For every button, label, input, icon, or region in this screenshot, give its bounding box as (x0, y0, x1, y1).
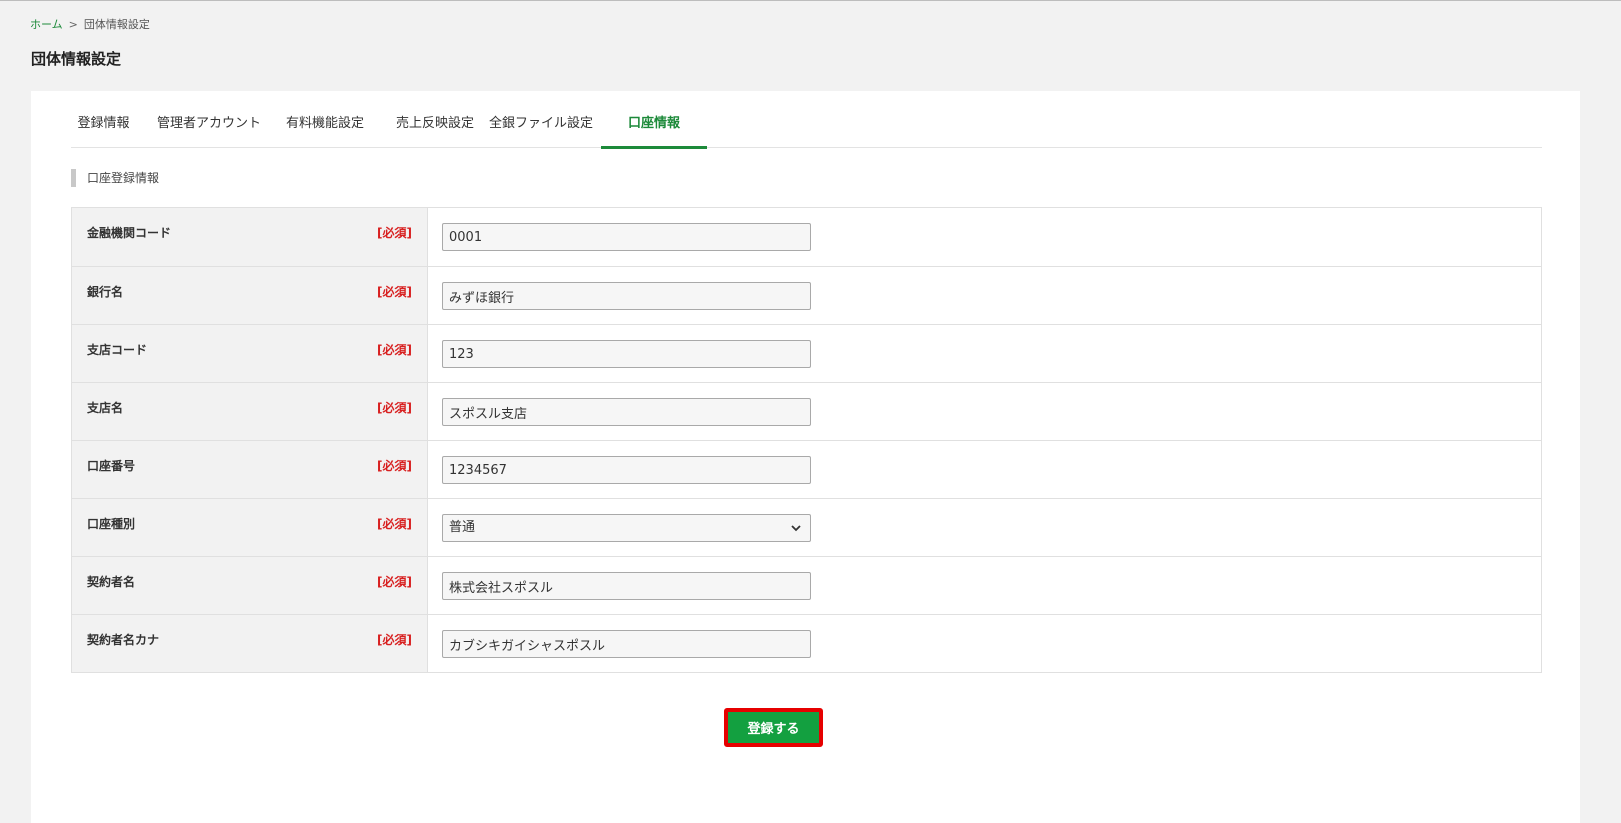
tab-zengin-file[interactable]: 全銀ファイル設定 (489, 91, 593, 148)
field-label: 支店名 (87, 401, 124, 415)
field-label: 契約者名 (87, 575, 136, 589)
tab-account-info[interactable]: 口座情報 (601, 91, 707, 149)
holder-name-kana-input[interactable] (442, 630, 811, 658)
field-label: 口座種別 (87, 517, 136, 531)
form-row-branch-code: 支店コード [必須] (72, 324, 1541, 382)
account-type-selected-value: 普通 (449, 520, 476, 535)
form-row-account-number: 口座番号 [必須] (72, 440, 1541, 498)
register-button-label: 登録する (728, 712, 819, 743)
form-row-holder-name-kana: 契約者名カナ [必須] (72, 614, 1541, 672)
page-title: 団体情報設定 (31, 50, 122, 68)
field-label: 銀行名 (87, 285, 124, 299)
breadcrumb: ホーム > 団体情報設定 (30, 16, 150, 32)
bank-name-input[interactable] (442, 282, 811, 310)
form-row-branch-name: 支店名 [必須] (72, 382, 1541, 440)
required-badge: [必須] (377, 517, 412, 531)
breadcrumb-home-link[interactable]: ホーム (30, 18, 63, 31)
branch-code-input[interactable] (442, 340, 811, 368)
account-form: 金融機関コード [必須] 銀行名 [必須] 支店コード [必須] (71, 207, 1542, 673)
account-number-input[interactable] (442, 456, 811, 484)
breadcrumb-current: 団体情報設定 (83, 18, 150, 31)
field-label: 支店コード (87, 343, 148, 357)
form-row-holder-name: 契約者名 [必須] (72, 556, 1541, 614)
required-badge: [必須] (377, 633, 412, 647)
required-badge: [必須] (377, 285, 412, 299)
bank-code-input[interactable] (442, 223, 811, 251)
form-row-account-type: 口座種別 [必須] 普通 (72, 498, 1541, 556)
branch-name-input[interactable] (442, 398, 811, 426)
tab-paid-features[interactable]: 有料機能設定 (281, 91, 369, 148)
top-divider (0, 0, 1621, 1)
required-badge: [必須] (377, 226, 412, 240)
holder-name-input[interactable] (442, 572, 811, 600)
field-label: 契約者名カナ (87, 633, 160, 647)
tab-registration-info[interactable]: 登録情報 (71, 91, 136, 148)
tab-admin-account[interactable]: 管理者アカウント (157, 91, 261, 148)
form-row-bank-code: 金融機関コード [必須] (72, 208, 1541, 266)
tab-sales-settings[interactable]: 売上反映設定 (391, 91, 479, 148)
required-badge: [必須] (377, 575, 412, 589)
required-badge: [必須] (377, 459, 412, 473)
field-label: 金融機関コード (87, 226, 172, 240)
breadcrumb-separator: > (68, 18, 78, 31)
chevron-down-icon (791, 525, 801, 532)
section-heading: 口座登録情報 (71, 169, 159, 187)
field-label: 口座番号 (87, 459, 136, 473)
form-row-bank-name: 銀行名 [必須] (72, 266, 1541, 324)
required-badge: [必須] (377, 343, 412, 357)
required-badge: [必須] (377, 401, 412, 415)
tab-bar: 登録情報 管理者アカウント 有料機能設定 売上反映設定 全銀ファイル設定 口座情… (71, 91, 1542, 149)
register-button[interactable]: 登録する (724, 708, 823, 747)
account-type-select[interactable]: 普通 (442, 514, 811, 542)
